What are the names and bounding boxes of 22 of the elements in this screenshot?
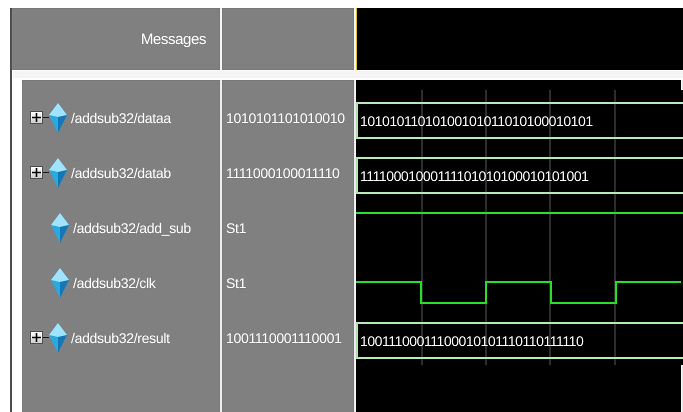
diamond-icon (49, 158, 67, 188)
diamond-icon (51, 212, 69, 242)
signal-value: St1 (222, 255, 356, 310)
messages-header: Messages (140, 30, 206, 48)
bus-value: 11110001000111101010100010101001 (356, 157, 683, 194)
signal-name[interactable]: /addsub32/dataa (71, 110, 171, 126)
signal-name[interactable]: /addsub32/datab (71, 164, 171, 180)
signal-name[interactable]: /addsub32/clk (73, 274, 156, 290)
signal-name[interactable]: /addsub32/add_sub (73, 220, 191, 236)
expand-button[interactable] (30, 111, 43, 124)
signal-value: St1 (222, 200, 356, 255)
signal-value: 1111000100011110 (222, 145, 356, 200)
signal-value: 1010101101010010 (222, 90, 356, 145)
diamond-icon (49, 102, 67, 132)
expand-button[interactable] (30, 166, 43, 179)
signal-value: 1001110001110001 (222, 310, 356, 365)
expand-button[interactable] (30, 331, 43, 344)
signal-name[interactable]: /addsub32/result (71, 330, 170, 346)
bus-value: 10011100011100010101110110111110 (356, 322, 683, 359)
diamond-icon (49, 322, 67, 352)
diamond-icon (51, 268, 69, 298)
bus-value: 10101011010100101011010100010101 (356, 102, 683, 139)
